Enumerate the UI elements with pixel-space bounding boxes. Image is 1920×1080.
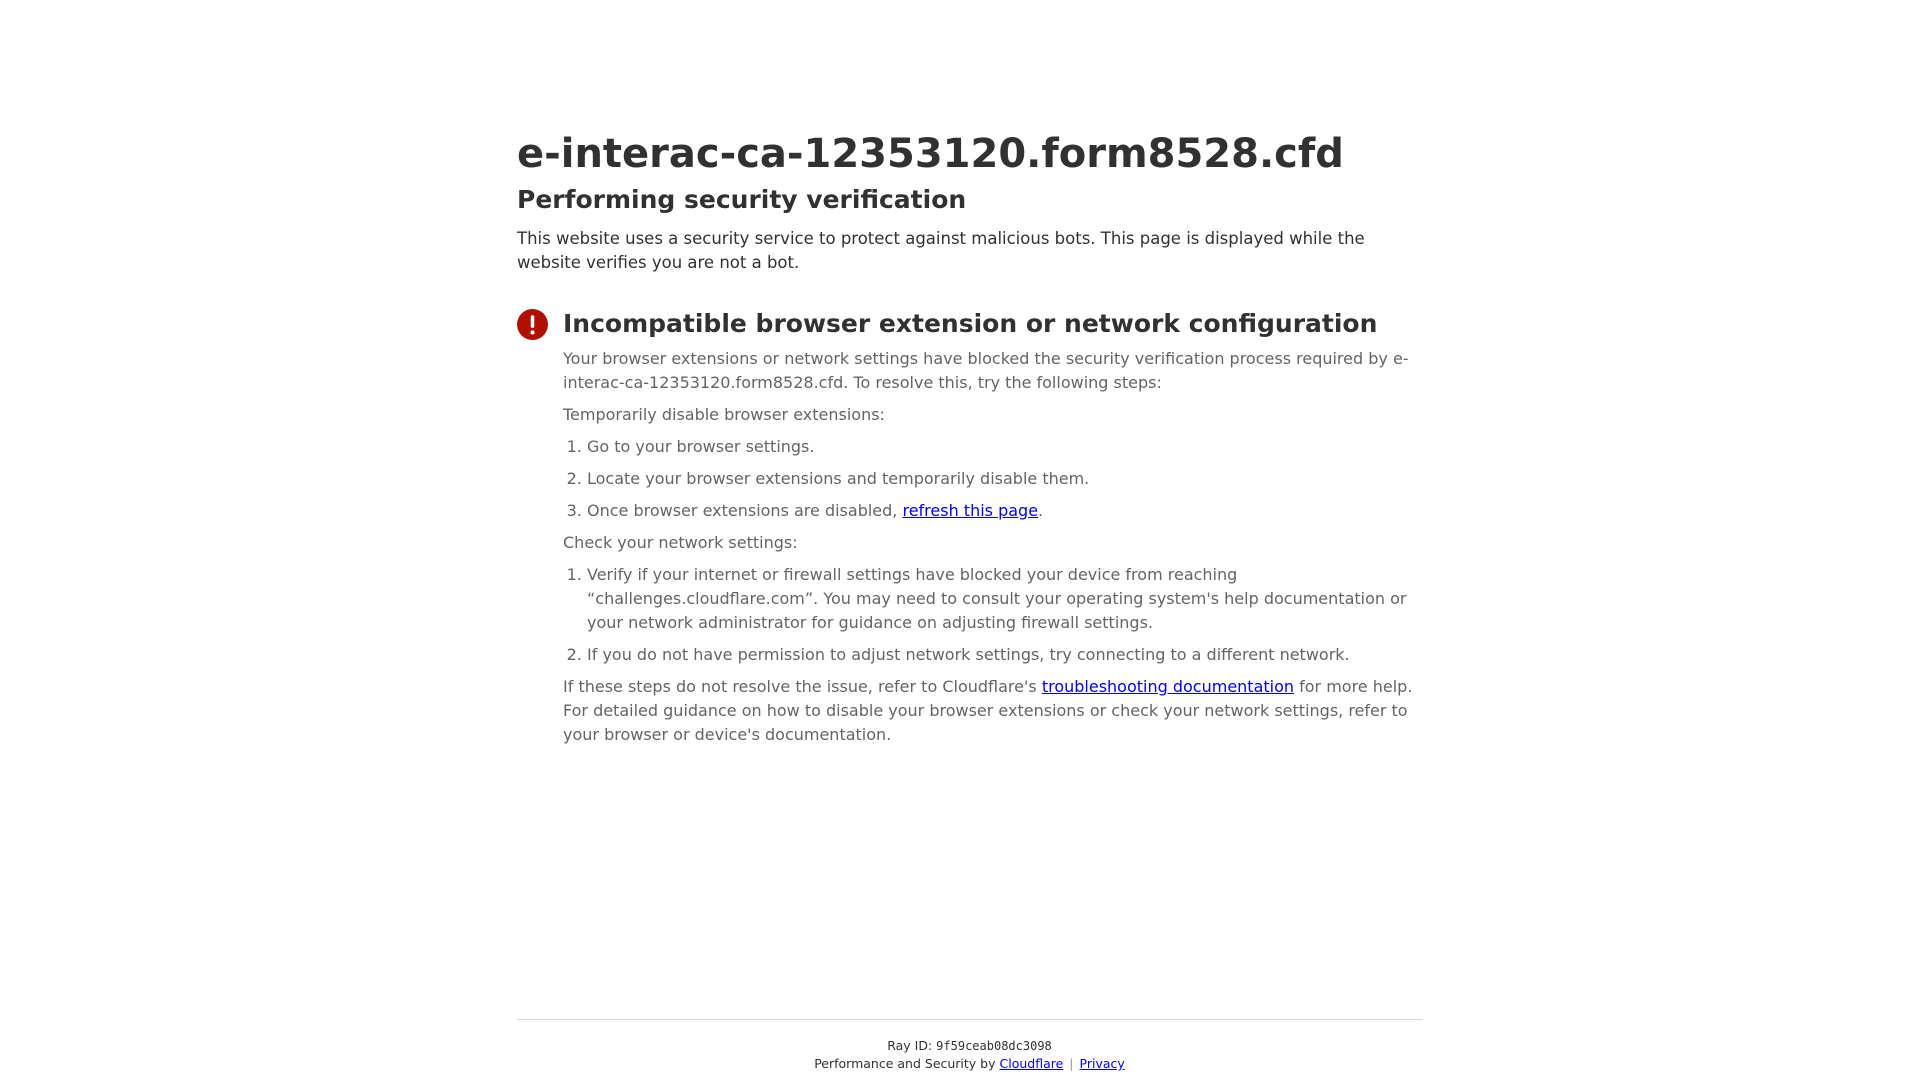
ray-id-value: 9f59ceab08dc3098 (936, 1039, 1052, 1053)
extension-steps-list: Go to your browser settings. Locate your… (563, 435, 1422, 523)
performance-label: Performance and Security by (814, 1056, 1000, 1071)
help-prefix: If these steps do not resolve the issue,… (563, 677, 1042, 696)
performance-line: Performance and Security by Cloudflare | P… (517, 1055, 1422, 1073)
page-subtitle: Performing security verification (517, 185, 967, 214)
refresh-page-link[interactable]: refresh this page (902, 501, 1038, 520)
cloudflare-link[interactable]: Cloudflare (1000, 1056, 1064, 1071)
error-title: Incompatible browser extension or networ… (563, 309, 1378, 338)
site-title: e-interac-ca-12353120.form8528.cfd (517, 131, 1344, 177)
footer: Ray ID: 9f59ceab08dc3098 Performance and… (517, 1019, 1422, 1073)
main-content: e-interac-ca-12353120.form8528.cfd Perfo… (517, 126, 1422, 755)
list-item: Verify if your internet or firewall sett… (587, 563, 1422, 635)
network-heading: Check your network settings: (563, 533, 798, 552)
help-text: If these steps do not resolve the issue,… (563, 675, 1422, 747)
error-details: Your browser extensions or network setti… (563, 347, 1422, 747)
list-item: If you do not have permission to adjust … (587, 643, 1422, 667)
extensions-heading: Temporarily disable browser extensions: (563, 405, 885, 424)
troubleshooting-docs-link[interactable]: troubleshooting documentation (1042, 677, 1294, 696)
footer-separator: | (1069, 1056, 1074, 1071)
ray-id-line: Ray ID: 9f59ceab08dc3098 (517, 1037, 1422, 1055)
error-block: Incompatible browser extension or networ… (517, 307, 1422, 747)
step-text: Once browser extensions are disabled, (587, 501, 903, 520)
list-item: Go to your browser settings. (587, 435, 1422, 459)
list-item: Locate your browser extensions and tempo… (587, 467, 1422, 491)
error-description: Your browser extensions or network setti… (563, 349, 1409, 392)
privacy-link[interactable]: Privacy (1080, 1056, 1125, 1071)
network-steps-list: Verify if your internet or firewall sett… (563, 563, 1422, 667)
intro-text: This website uses a security service to … (517, 229, 1365, 272)
step-suffix: . (1038, 501, 1044, 520)
list-item: Once browser extensions are disabled, re… (587, 499, 1422, 523)
ray-id-label: Ray ID: (887, 1038, 937, 1053)
exclamation-circle-icon (517, 309, 548, 340)
